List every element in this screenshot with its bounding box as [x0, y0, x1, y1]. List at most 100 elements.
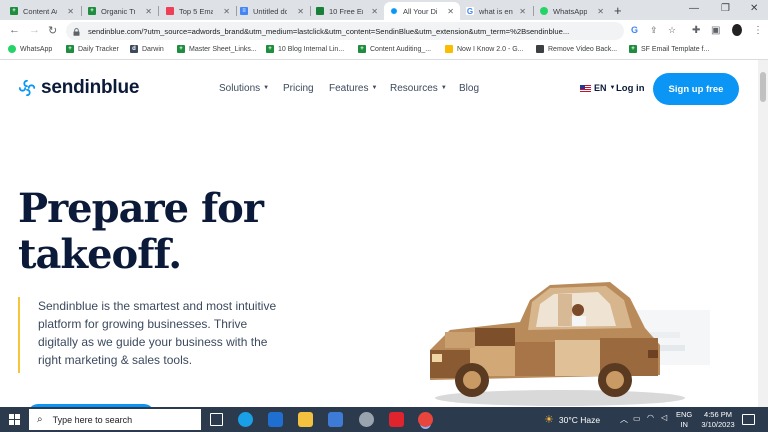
google-sheets-icon: + — [629, 45, 637, 53]
hero-description: Sendinblue is the smartest and most intu… — [38, 299, 277, 367]
darwin-icon: d — [130, 45, 138, 53]
bookmark-whatsapp[interactable]: WhatsApp — [8, 45, 52, 53]
tab-strip: + Content Au ✕ + Organic Tra ✕ Top 5 Ema… — [0, 0, 768, 20]
bookmark-sf-email[interactable]: + SF Email Template f... — [629, 45, 709, 53]
google-sheets-icon: + — [266, 45, 274, 53]
url-text: sendinblue.com/?utm_source=adwords_brand… — [88, 26, 570, 36]
new-tab-icon[interactable]: + — [614, 3, 622, 18]
network-icon[interactable]: ◠ — [647, 413, 654, 422]
hero-headline: Prepare for takeoff. — [18, 185, 264, 278]
maximize-icon[interactable]: ❐ — [721, 3, 730, 14]
bookmark-darwin[interactable]: d Darwin — [130, 45, 164, 53]
bookmark-content-auditing[interactable]: + Content Auditing_... — [358, 45, 431, 53]
tab-2[interactable]: + Organic Tra ✕ — [82, 2, 158, 20]
wps-office-icon[interactable] — [389, 412, 404, 427]
google-icon: G — [466, 6, 474, 16]
reload-icon[interactable]: ↻ — [48, 24, 57, 37]
language-selector[interactable]: EN ▼ — [580, 83, 615, 93]
video-icon — [536, 45, 544, 53]
system-clock[interactable]: 4:56 PM 3/10/2023 — [696, 410, 740, 430]
tab-1[interactable]: + Content Au ✕ — [4, 2, 80, 20]
bookmark-master-sheet[interactable]: + Master Sheet_Links... — [177, 45, 257, 53]
forward-icon[interactable]: → — [29, 24, 40, 36]
google-drive-icon — [445, 45, 453, 53]
caret-down-icon: ▼ — [440, 85, 447, 92]
window-close-icon[interactable]: ✕ — [750, 3, 758, 14]
google-lens-icon[interactable]: G — [631, 25, 638, 35]
task-view-icon[interactable] — [210, 413, 223, 426]
whatsapp-icon — [540, 7, 548, 15]
close-icon[interactable]: ✕ — [223, 7, 230, 16]
brand-name: sendinblue — [41, 77, 140, 98]
close-icon[interactable]: ✕ — [297, 7, 304, 16]
language-indicator[interactable]: ENG IN — [676, 410, 692, 430]
tab-8[interactable]: WhatsApp ✕ — [534, 2, 610, 20]
notifications-icon[interactable] — [742, 414, 755, 425]
nav-blog[interactable]: Blog — [459, 83, 479, 94]
caret-down-icon: ▼ — [371, 85, 378, 92]
sheets-icon — [316, 7, 324, 15]
accent-bar — [18, 297, 20, 373]
show-hidden-icons-icon[interactable]: ︿ — [620, 414, 628, 425]
tab-4[interactable]: ≡ Untitled do ✕ — [234, 2, 310, 20]
bookmarks-bar: WhatsApp + Daily Tracker d Darwin + Mast… — [0, 42, 768, 60]
file-explorer-icon[interactable] — [298, 412, 313, 427]
tab-sendinblue-active[interactable]: ✺ All Your Di ✕ — [384, 2, 460, 20]
scrollbar-thumb[interactable] — [760, 72, 766, 102]
google-docs-icon: ≡ — [240, 7, 248, 15]
nav-pricing[interactable]: Pricing — [283, 83, 314, 94]
close-icon[interactable]: ✕ — [519, 7, 526, 16]
caret-down-icon: ▼ — [609, 85, 616, 91]
search-icon: ⌕ — [37, 414, 43, 425]
close-icon[interactable]: ✕ — [371, 7, 378, 16]
xbox-icon[interactable] — [359, 412, 374, 427]
tab-3[interactable]: Top 5 Emai ✕ — [160, 2, 236, 20]
sendinblue-logo[interactable]: sendinblue — [18, 77, 139, 99]
google-sheets-icon: + — [10, 7, 18, 15]
address-bar[interactable]: sendinblue.com/?utm_source=adwords_brand… — [66, 22, 624, 40]
close-icon[interactable]: ✕ — [447, 7, 454, 16]
nav-solutions[interactable]: Solutions ▼ — [219, 83, 269, 94]
wooden-car-illustration — [430, 282, 710, 406]
bookmark-daily-tracker[interactable]: + Daily Tracker — [66, 45, 119, 53]
web-page: sendinblue Solutions ▼ Pricing Features ▼ … — [0, 60, 758, 407]
battery-icon[interactable]: ▭ — [633, 414, 641, 423]
close-icon[interactable]: ✕ — [67, 7, 74, 16]
close-icon[interactable]: ✕ — [145, 7, 152, 16]
extensions-icon[interactable]: ✚ — [692, 25, 700, 36]
whatsapp-icon — [8, 45, 16, 53]
volume-icon[interactable]: ◁ — [661, 413, 667, 422]
windows-start-icon[interactable] — [9, 414, 20, 425]
mail-icon[interactable] — [268, 412, 283, 427]
bookmark-remove-video[interactable]: Remove Video Back... — [536, 45, 617, 53]
sun-haze-icon: ☀ — [544, 414, 554, 426]
edge-icon[interactable] — [238, 412, 253, 427]
caret-down-icon: ▼ — [263, 85, 270, 92]
windows-taskbar: ⌕ Type here to search ☀ 30°C Haze ︿ ▭ ◠ … — [0, 407, 768, 432]
google-sheets-icon: + — [88, 7, 96, 15]
sendinblue-icon: ✺ — [390, 6, 398, 16]
us-flag-icon — [580, 84, 591, 92]
page-scrollbar[interactable] — [758, 60, 768, 407]
minimize-icon[interactable]: — — [689, 3, 699, 14]
tab-5[interactable]: 10 Free Em ✕ — [310, 2, 384, 20]
chrome-icon[interactable] — [418, 412, 433, 427]
browser-toolbar: ← → ↻ sendinblue.com/?utm_source=adwords… — [0, 20, 768, 42]
tab-7[interactable]: G what is ent ✕ — [460, 2, 532, 20]
weather-widget[interactable]: ☀ 30°C Haze — [544, 413, 600, 426]
profile-avatar[interactable] — [732, 24, 742, 36]
bookmark-now-i-know[interactable]: Now I Know 2.0 - G... — [445, 45, 524, 53]
menu-kebab-icon[interactable]: ⋮ — [753, 25, 763, 36]
signup-button[interactable]: Sign up free — [653, 73, 739, 105]
side-panel-icon[interactable]: ▣ — [711, 25, 720, 36]
bookmark-blog-internal[interactable]: + 10 Blog Internal Lin... — [266, 45, 344, 53]
nav-resources[interactable]: Resources ▼ — [390, 83, 447, 94]
taskbar-search-box[interactable]: ⌕ Type here to search — [29, 409, 201, 430]
login-link[interactable]: Log in — [616, 83, 645, 94]
bookmark-star-icon[interactable]: ☆ — [668, 25, 676, 36]
ms-store-icon[interactable] — [328, 412, 343, 427]
share-icon[interactable]: ⇪ — [650, 25, 658, 36]
back-icon[interactable]: ← — [9, 24, 20, 36]
nav-features[interactable]: Features ▼ — [329, 83, 377, 94]
close-icon[interactable]: ✕ — [597, 7, 604, 16]
